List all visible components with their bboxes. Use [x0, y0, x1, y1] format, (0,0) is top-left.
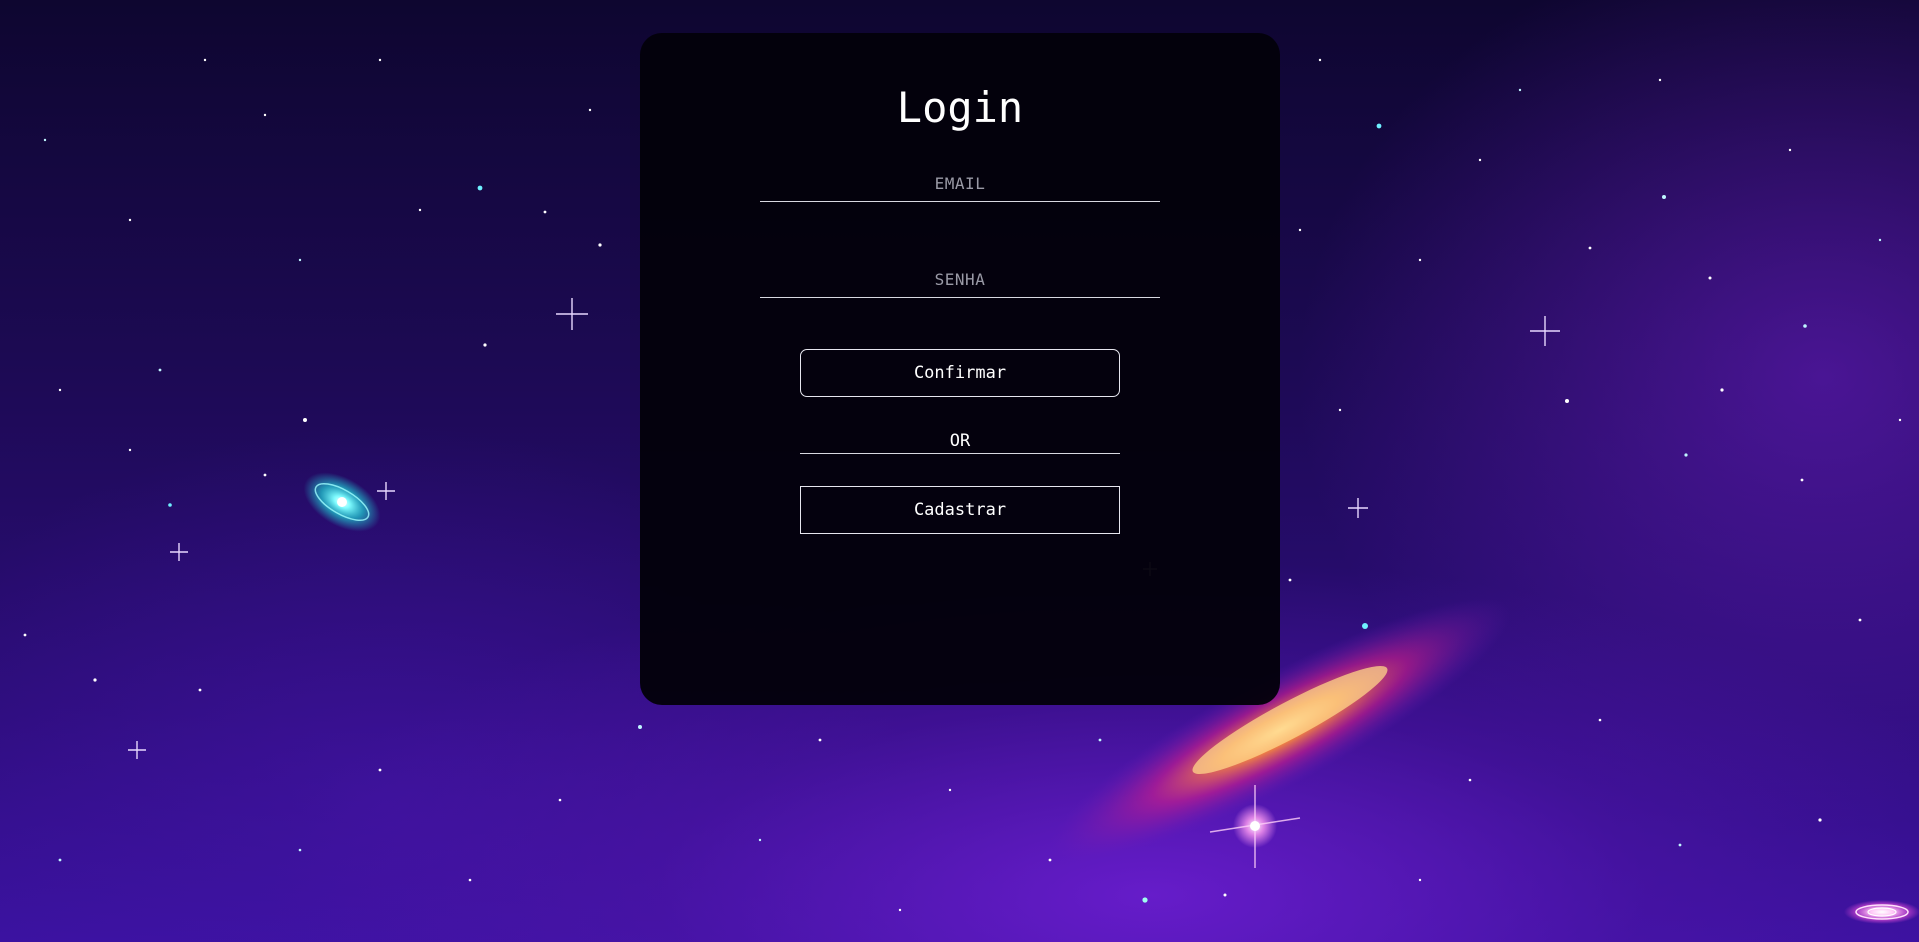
register-button[interactable]: Cadastrar — [800, 486, 1120, 534]
or-divider: OR — [800, 429, 1120, 454]
pink-galaxy-icon — [1844, 900, 1919, 924]
email-input[interactable] — [760, 165, 1160, 201]
cyan-galaxy-icon — [303, 472, 381, 532]
password-input[interactable] — [760, 261, 1160, 297]
password-field-container — [760, 261, 1160, 298]
page-title: Login — [896, 83, 1024, 132]
email-field-container — [760, 165, 1160, 202]
login-card: Login Confirmar OR Cadastrar — [640, 33, 1280, 705]
confirm-button[interactable]: Confirmar — [800, 349, 1120, 397]
